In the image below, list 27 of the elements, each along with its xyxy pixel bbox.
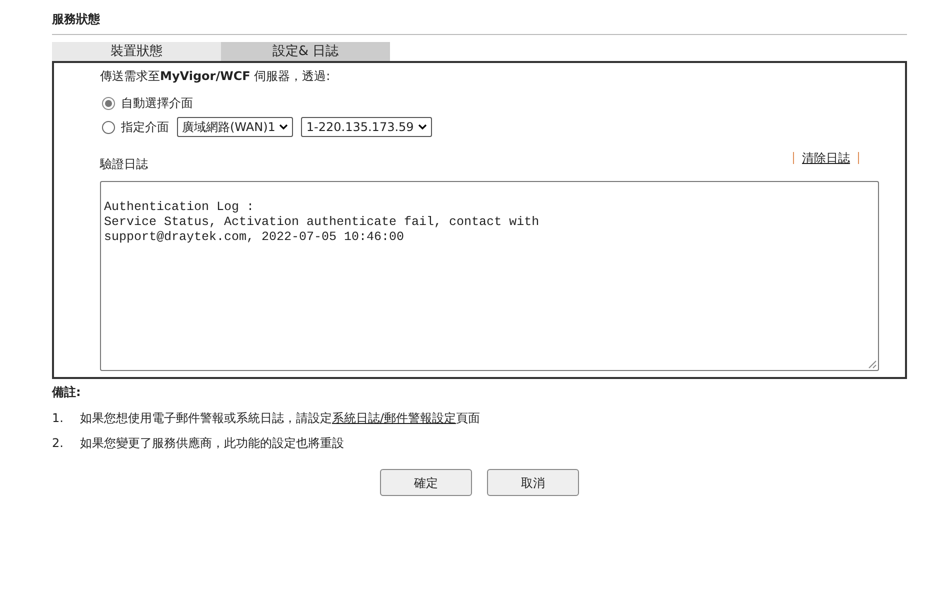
form-button[interactable]: 確定	[380, 469, 472, 496]
log-line: support@draytek.com, 2022-07-05 10:46:00	[104, 230, 406, 245]
resize-handle-icon	[868, 360, 877, 369]
clear-log-link[interactable]: 清除日誌	[802, 149, 850, 167]
note-text: 如果您變更了服務供應商，此功能的設定也將重設	[80, 434, 344, 452]
notes-title: 備註:	[52, 384, 82, 401]
note-text: 如果您想使用電子郵件警報或系統日誌，請設定系統日誌/郵件警報設定頁面	[80, 410, 480, 426]
note-number: 1.	[52, 410, 64, 426]
request-label: 傳送需求至MyVigor/WCF 伺服器，透過:	[100, 68, 332, 85]
log-label: 驗證日誌	[100, 156, 148, 173]
dropdown[interactable]: 廣域網路(WAN)1	[177, 117, 294, 137]
page-title: 服務狀態	[52, 10, 907, 35]
radio-label: 指定介面	[121, 119, 169, 136]
radio-button[interactable]	[102, 96, 115, 110]
log-line: Authentication Log :	[104, 200, 256, 215]
caret-icon	[418, 124, 427, 130]
caret-icon	[279, 124, 288, 130]
tab[interactable]: 裝置狀態	[52, 42, 221, 61]
log-line: Service Status, Activation authenticate fail, contact with	[104, 215, 540, 230]
settings-link[interactable]: 系統日誌/郵件警報設定	[332, 410, 456, 424]
radio-label: 自動選擇介面	[121, 95, 193, 112]
radio-button[interactable]	[102, 120, 115, 134]
form-button[interactable]: 取消	[487, 469, 579, 496]
note-number: 2.	[52, 434, 64, 452]
log-textarea[interactable]: Authentication Log : Service Status, Activation authenticate fail, contact with support@draytek.com, 2022-07-05 10:46:00	[100, 181, 879, 371]
dropdown[interactable]: 1-220.135.173.59	[301, 117, 432, 137]
tab[interactable]: 設定& 日誌	[221, 42, 390, 61]
